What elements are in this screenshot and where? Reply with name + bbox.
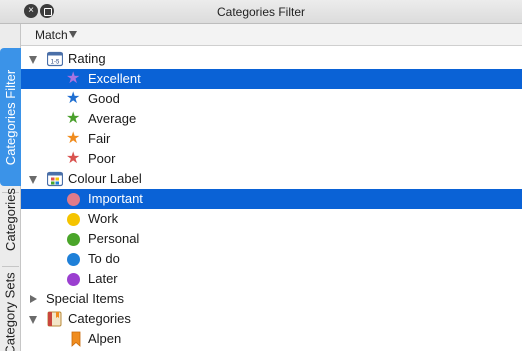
tab-label: Categories Filter: [3, 69, 18, 165]
disclosure-open-icon[interactable]: [29, 316, 37, 324]
tree-item-label: Later: [88, 271, 118, 286]
circle-icon: [67, 273, 80, 286]
tab-categories-filter[interactable]: Categories Filter: [0, 48, 21, 186]
tab-label: Category Sets: [3, 271, 18, 351]
tab-category-sets[interactable]: Category Sets: [0, 268, 21, 351]
tree-group-label: Categories: [68, 311, 131, 326]
tree-item-later[interactable]: Later: [21, 269, 522, 289]
tab-divider: [2, 266, 19, 267]
tree-group-rating[interactable]: 1-5 Rating: [21, 49, 522, 69]
tree-item-work[interactable]: Work: [21, 209, 522, 229]
rating-1-5-icon: 1-5: [47, 51, 63, 67]
side-tab-bar: Categories Filter Categories Category Se…: [0, 24, 21, 351]
disclosure-open-icon[interactable]: [29, 56, 37, 64]
star-icon: ★: [66, 70, 81, 87]
circle-icon: [67, 253, 80, 266]
tree-item-label: Excellent: [88, 71, 141, 86]
tree-item-important[interactable]: Important: [21, 189, 522, 209]
bookmark-icon: [71, 331, 81, 347]
disclosure-closed-icon[interactable]: [30, 295, 37, 303]
tree-item-excellent[interactable]: ★ Excellent: [21, 69, 522, 89]
tree-item-label: Important: [88, 191, 143, 206]
colour-palette-icon: [47, 171, 63, 187]
star-icon: ★: [66, 130, 81, 147]
tree-item-good[interactable]: ★ Good: [21, 89, 522, 109]
tree-group-label: Rating: [68, 51, 106, 66]
tree-item-label: Personal: [88, 231, 140, 246]
tree-item-fair[interactable]: ★ Fair: [21, 129, 522, 149]
tree-item-to-do[interactable]: To do: [21, 249, 522, 269]
tree-item-poor[interactable]: ★ Poor: [21, 149, 522, 169]
tree-group-label: Special Items: [46, 291, 125, 306]
match-dropdown[interactable]: Match: [35, 24, 68, 46]
star-icon: ★: [66, 150, 81, 167]
tree-item-average[interactable]: ★ Average: [21, 109, 522, 129]
tree-group-categories[interactable]: Categories: [21, 309, 522, 329]
circle-icon: [67, 213, 80, 226]
tree-item-label: Average: [88, 111, 137, 126]
circle-icon: [67, 193, 80, 206]
circle-icon: [67, 233, 80, 246]
tab-label: Categories: [3, 187, 18, 251]
tab-categories[interactable]: Categories: [0, 174, 21, 264]
window-title: Categories Filter: [216, 5, 306, 19]
tree-group-special-items[interactable]: Special Items: [21, 289, 522, 309]
tree-group-label: Colour Label: [68, 171, 142, 186]
tree-item-alpen[interactable]: Alpen: [21, 329, 522, 349]
tree-item-label: Work: [88, 211, 119, 226]
filter-toolbar: Match: [21, 24, 522, 46]
tree-item-personal[interactable]: Personal: [21, 229, 522, 249]
match-dropdown-arrow-icon[interactable]: [69, 31, 77, 38]
category-tree: 1-5 Rating ★ Excellent ★ Good ★ Average …: [21, 47, 522, 351]
title-bar: × Categories Filter: [0, 0, 522, 24]
tree-item-label: Poor: [88, 151, 116, 166]
tree-item-label: Good: [88, 91, 120, 106]
rating-icon-text: 1-5: [51, 60, 60, 66]
star-icon: ★: [66, 90, 81, 107]
tree-group-colour-label[interactable]: Colour Label: [21, 169, 522, 189]
tree-item-label: Fair: [88, 131, 111, 146]
tree-item-label: To do: [88, 251, 120, 266]
category-book-icon: [47, 311, 62, 327]
star-icon: ★: [66, 110, 81, 127]
tree-item-label: Alpen: [88, 331, 122, 346]
disclosure-open-icon[interactable]: [29, 176, 37, 184]
